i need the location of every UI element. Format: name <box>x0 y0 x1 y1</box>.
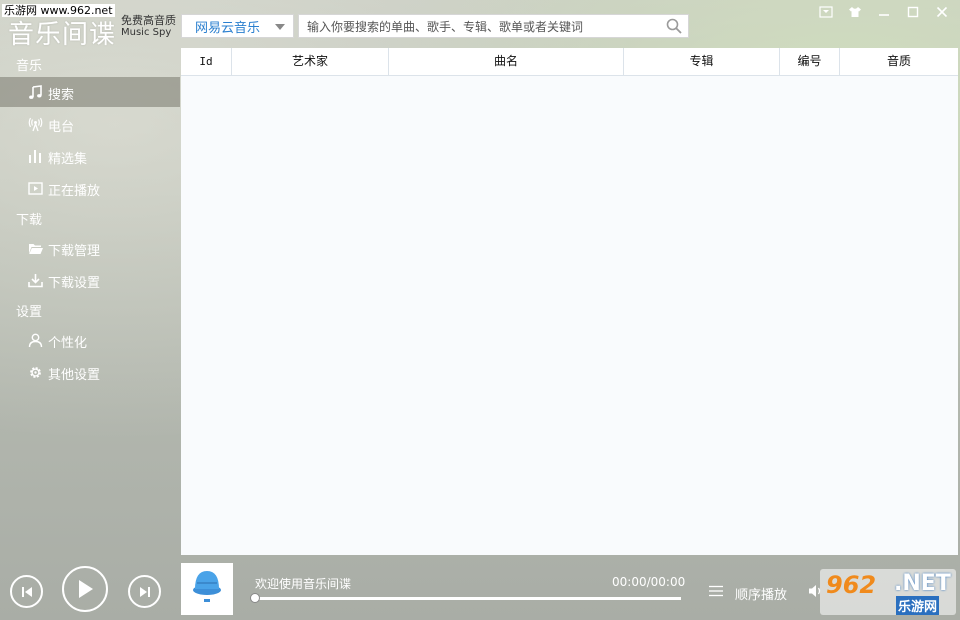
music-note-icon <box>29 85 42 99</box>
list-icon[interactable] <box>709 585 723 597</box>
app-logo-subtitle-cn: 免费高音质 <box>121 14 176 27</box>
sidebar-item-label: 个性化 <box>48 336 88 351</box>
download-icon <box>28 274 43 288</box>
menu-button[interactable] <box>812 2 840 22</box>
title-bar: 音乐间谍 免费高音质 Music Spy 乐游网 www.962.net 网易云… <box>0 0 960 50</box>
hat-cover-icon <box>193 571 221 602</box>
now-playing-title: 欢迎使用音乐间谍 <box>255 577 352 591</box>
radio-icon <box>28 117 43 132</box>
previous-button[interactable] <box>10 575 43 608</box>
watermark-text: 乐游网 www.962.net <box>2 4 115 17</box>
search-input[interactable] <box>305 15 659 39</box>
column-header-number[interactable]: 编号 <box>780 48 840 75</box>
close-button[interactable] <box>928 2 956 22</box>
play-icon <box>79 580 93 598</box>
progress-bar[interactable] <box>255 597 681 600</box>
sidebar-section-download: 下载 <box>16 213 43 228</box>
skin-icon <box>849 7 861 17</box>
sidebar: 音乐 搜索 电台 精选集 正在播放 下载 下载管理 下载设置 设置 个性化 其他… <box>0 48 180 553</box>
next-icon <box>139 586 150 597</box>
sidebar-item-label: 精选集 <box>48 152 88 167</box>
maximize-button[interactable] <box>899 2 927 22</box>
watermark-badge: 962 .NET 乐游网 <box>820 569 956 615</box>
play-screen-icon <box>28 182 43 195</box>
app-window: 音乐间谍 免费高音质 Music Spy 乐游网 www.962.net 网易云… <box>0 0 960 620</box>
sidebar-item-search[interactable]: 搜索 <box>0 77 180 107</box>
sidebar-item-label: 下载设置 <box>48 276 101 291</box>
column-header-artist[interactable]: 艺术家 <box>232 48 389 75</box>
time-display: 00:00/00:00 <box>612 575 686 589</box>
sidebar-item-label: 电台 <box>48 120 75 135</box>
table-header: Id 艺术家 曲名 专辑 编号 音质 <box>181 48 958 76</box>
source-dropdown[interactable]: 网易云音乐 <box>181 14 294 38</box>
close-icon <box>936 6 948 18</box>
gear-icon <box>30 367 41 378</box>
sidebar-item-now-playing[interactable]: 正在播放 <box>0 173 180 203</box>
menu-icon <box>819 6 833 18</box>
sidebar-item-download-manager[interactable]: 下载管理 <box>0 233 180 263</box>
watermark-badge-cn: 乐游网 <box>896 596 940 615</box>
skin-button[interactable] <box>841 2 869 22</box>
maximize-icon <box>907 6 919 18</box>
column-header-album[interactable]: 专辑 <box>624 48 780 75</box>
column-header-id[interactable]: Id <box>181 48 232 75</box>
next-button[interactable] <box>128 575 161 608</box>
sidebar-section-music: 音乐 <box>16 59 43 74</box>
window-controls <box>811 2 956 22</box>
sidebar-item-label: 搜索 <box>48 88 75 103</box>
search-box <box>298 14 689 39</box>
sidebar-section-settings: 设置 <box>16 305 43 320</box>
sidebar-item-label: 正在播放 <box>48 184 101 199</box>
album-cover[interactable] <box>181 563 233 615</box>
sidebar-item-other-settings[interactable]: 其他设置 <box>0 357 180 387</box>
app-logo-title: 音乐间谍 <box>8 20 117 50</box>
user-icon <box>28 333 43 348</box>
folder-icon <box>29 244 43 254</box>
bars-icon <box>29 150 41 163</box>
results-table: Id 艺术家 曲名 专辑 编号 音质 <box>181 48 958 555</box>
sidebar-item-personalize[interactable]: 个性化 <box>0 325 180 355</box>
search-icon[interactable] <box>666 18 682 34</box>
chevron-down-icon <box>275 24 285 30</box>
play-button[interactable] <box>62 566 108 612</box>
sidebar-item-radio[interactable]: 电台 <box>0 109 180 139</box>
watermark-badge-net: .NET <box>894 571 951 596</box>
sidebar-item-download-settings[interactable]: 下载设置 <box>0 265 180 295</box>
play-mode-label[interactable]: 顺序播放 <box>735 584 787 603</box>
watermark-badge-number: 962 <box>826 571 877 599</box>
source-dropdown-value: 网易云音乐 <box>195 20 261 36</box>
minimize-icon <box>879 14 889 16</box>
progress-handle[interactable] <box>250 593 260 603</box>
sidebar-item-label: 其他设置 <box>48 368 101 383</box>
sidebar-item-playlists[interactable]: 精选集 <box>0 141 180 171</box>
column-header-title[interactable]: 曲名 <box>389 48 624 75</box>
previous-icon <box>21 586 32 597</box>
minimize-button[interactable] <box>870 2 898 22</box>
sidebar-item-label: 下载管理 <box>48 244 101 259</box>
app-logo-subtitle-en: Music Spy <box>121 27 172 38</box>
column-header-quality[interactable]: 音质 <box>840 48 958 75</box>
